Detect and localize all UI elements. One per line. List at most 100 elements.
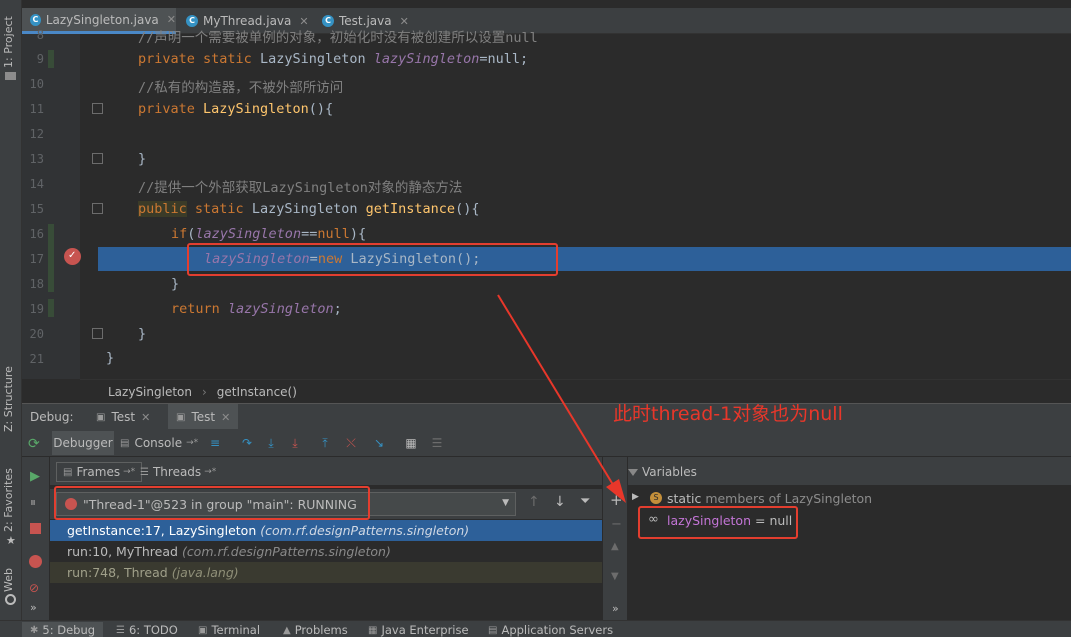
tool-tab-todo[interactable]: ☰ 6: TODO [116, 622, 178, 637]
code-line-11[interactable]: private LazySingleton(){ [138, 101, 333, 117]
close-icon[interactable]: ✕ [221, 411, 230, 424]
list-icon: ☰ [116, 624, 125, 636]
code-line-13[interactable]: } [138, 151, 146, 167]
code-line-9[interactable]: private static LazySingleton lazySinglet… [138, 51, 528, 67]
tool-tab-application-servers[interactable]: ▤ Application Servers [488, 622, 613, 637]
filter-icon[interactable]: ⏷ [580, 494, 590, 509]
breadcrumb-method[interactable]: getInstance() [217, 385, 297, 399]
debug-label: Debug: [30, 410, 74, 424]
line-number: 21 [29, 352, 44, 366]
move-up-icon[interactable]: ▲ [611, 541, 619, 552]
add-watch-icon[interactable]: + [610, 491, 623, 509]
code-line-14[interactable]: //提供一个外部获取LazySingleton对象的静态方法 [138, 176, 462, 196]
force-step-into-icon[interactable]: ⤓ [288, 436, 302, 450]
fold-icon[interactable] [92, 103, 103, 114]
debug-session-tab[interactable]: ▣ Test ✕ [88, 404, 159, 430]
code-line-19[interactable]: return lazySingleton; [171, 301, 342, 317]
previous-frame-icon[interactable]: ↑ [528, 494, 540, 510]
debug-session-tab-active[interactable]: ▣ Test ✕ [168, 404, 239, 430]
tool-tab-java-enterprise[interactable]: ▦ Java Enterprise [368, 622, 469, 637]
rerun-icon[interactable]: ⟳ [28, 436, 40, 452]
code-line-20[interactable]: } [138, 326, 146, 342]
java-class-icon: C [30, 13, 41, 26]
threads-icon: ☰ [140, 466, 149, 478]
change-marker [48, 224, 54, 292]
code-line-10[interactable]: //私有的构造器，不被外部所访问 [138, 76, 343, 96]
line-number: 8 [36, 28, 44, 42]
line-number: 16 [29, 227, 44, 241]
breadcrumb-separator: › [201, 384, 207, 399]
tab-frames[interactable]: ▤ Frames →* [56, 462, 143, 482]
next-frame-icon[interactable]: ↓ [554, 494, 566, 510]
warning-icon: ▲ [283, 624, 291, 636]
line-number: 19 [29, 302, 44, 316]
code-line-21[interactable]: } [106, 350, 114, 366]
terminal-icon: ▣ [198, 624, 208, 636]
drop-frame-icon[interactable]: ⤬ [344, 436, 358, 450]
server-icon: ▤ [488, 624, 498, 636]
run-to-cursor-icon[interactable]: ↘ [372, 436, 386, 450]
debug-header: Debug: ▣ Test ✕ ▣ Test ✕ [22, 403, 1071, 430]
more-icon[interactable]: » [30, 601, 37, 614]
globe-icon [5, 594, 16, 605]
code-line-8[interactable]: //声明一个需要被单例的对象，初始化时没有被创建所以设置null [138, 26, 538, 46]
variables-side-toolbar: + − ▲ ▼ » [602, 457, 628, 620]
tab-threads[interactable]: ☰ Threads →* [134, 462, 222, 482]
code-line-18[interactable]: } [171, 276, 179, 292]
project-tool-tab[interactable]: 1: Project [2, 16, 15, 68]
code-line-15[interactable]: public static LazySingleton getInstance(… [138, 201, 479, 217]
expand-arrow-icon[interactable]: ▶ [632, 492, 639, 502]
tab-debugger[interactable]: Debugger [52, 431, 114, 455]
step-into-icon[interactable]: ⤓ [264, 436, 278, 450]
line-number: 17 [29, 252, 44, 266]
line-number: 20 [29, 327, 44, 341]
tab-console[interactable]: ▤ Console →* [120, 431, 198, 455]
frames-icon: ▤ [63, 466, 73, 478]
fold-icon[interactable] [92, 153, 103, 164]
close-icon[interactable]: ✕ [167, 13, 176, 26]
step-over-icon[interactable]: ↷ [240, 436, 254, 450]
session-icon: ▣ [176, 411, 186, 423]
show-execution-point-icon[interactable]: ≡ [208, 436, 222, 450]
move-down-icon[interactable]: ▼ [611, 571, 619, 582]
change-marker [48, 50, 54, 68]
stop-icon[interactable] [30, 523, 41, 534]
tool-tab-terminal[interactable]: ▣ Terminal [198, 622, 260, 637]
static-members-row[interactable]: static members of LazySingleton [667, 491, 872, 506]
structure-tool-tab[interactable]: Z: Structure [2, 366, 15, 432]
resume-icon[interactable]: ▶ [30, 469, 40, 484]
chevron-down-icon: ▼ [502, 498, 509, 508]
favorites-tool-tab[interactable]: 2: Favorites [2, 468, 15, 532]
fold-icon[interactable] [92, 328, 103, 339]
change-marker [48, 299, 54, 317]
code-line-16[interactable]: if(lazySingleton==null){ [171, 226, 366, 242]
tool-tab-debug[interactable]: ✱ 5: Debug [22, 622, 104, 637]
tool-tab-problems[interactable]: ▲ Problems [283, 622, 348, 637]
highlight-box-thread [54, 486, 370, 520]
step-out-icon[interactable]: ⤒ [318, 436, 332, 450]
close-icon[interactable]: ✕ [141, 411, 150, 424]
more-icon[interactable]: » [612, 602, 619, 615]
line-number: 13 [29, 152, 44, 166]
breadcrumb-class[interactable]: LazySingleton [108, 385, 192, 399]
evaluate-expression-icon[interactable]: ▦ [404, 436, 418, 450]
pause-icon[interactable]: ⏸ [30, 495, 36, 510]
line-number: 9 [36, 52, 44, 66]
frame-row-selected[interactable]: getInstance:17, LazySingleton (com.rf.de… [50, 520, 602, 541]
console-icon: ▤ [120, 437, 130, 449]
view-breakpoints-icon[interactable] [29, 555, 42, 568]
mute-breakpoints-icon[interactable]: ⊘ [29, 581, 39, 595]
session-icon: ▣ [96, 411, 106, 423]
annotation-text: 此时thread-1对象也为null [613, 403, 843, 425]
fold-icon[interactable] [92, 203, 103, 214]
static-members-icon: S [650, 492, 662, 504]
remove-watch-icon[interactable]: − [611, 517, 622, 532]
enterprise-icon: ▦ [368, 624, 378, 636]
trace-icon[interactable]: ☰ [430, 436, 444, 450]
frame-row[interactable]: run:10, MyThread (com.rf.designPatterns.… [50, 541, 602, 562]
highlight-box-variable [638, 506, 798, 539]
web-tool-tab[interactable]: Web [2, 568, 15, 592]
frame-row[interactable]: run:748, Thread (java.lang) [50, 562, 602, 583]
star-icon: ★ [6, 534, 16, 547]
line-number: 15 [29, 202, 44, 216]
